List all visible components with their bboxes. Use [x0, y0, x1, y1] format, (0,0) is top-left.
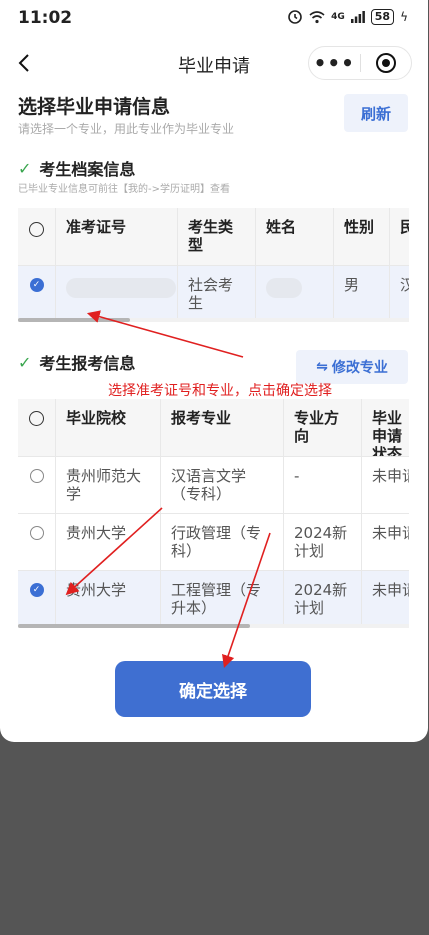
checked-icon: ✓	[29, 278, 44, 292]
school-cell: 贵州大学	[56, 514, 161, 570]
clock-icon	[288, 10, 302, 24]
refresh-button[interactable]: 刷新	[344, 94, 408, 132]
registration-scrollbar[interactable]	[18, 624, 409, 628]
direction-cell: 2024新计划	[284, 514, 362, 570]
wifi-icon	[309, 10, 325, 23]
charging-icon: ϟ	[400, 10, 408, 24]
page-subtitle: 请选择一个专业，用此专业作为毕业专业	[18, 122, 235, 136]
major-cell: 汉语言文学（专科）	[161, 457, 284, 513]
check-icon: ✓	[18, 158, 32, 178]
major-cell: 工程管理（专升本）	[161, 571, 284, 626]
archive-table: 准考证号 考生类型 姓名 性别 民 ✓ 社会考生 男 汉	[18, 208, 409, 322]
nav-bar: 毕业申请 •••	[0, 40, 428, 86]
status-time: 11:02	[18, 8, 73, 28]
exam-no-redacted	[56, 266, 178, 321]
registration-table: 毕业院校 报考专业 专业方向 毕业申请状态 贵州师范大学 汉语言文学（专科） -…	[18, 399, 409, 627]
archive-select-all[interactable]	[18, 208, 56, 265]
radio-icon	[29, 411, 44, 426]
archive-row[interactable]: ✓ 社会考生 男 汉	[18, 266, 409, 322]
battery-level: 58	[370, 9, 395, 25]
signal-icon	[350, 11, 365, 23]
archive-section-title: ✓ 考生档案信息	[18, 156, 135, 180]
redaction-mark	[266, 278, 302, 298]
archive-row-radio[interactable]: ✓	[18, 266, 56, 321]
scrollbar-thumb[interactable]	[18, 318, 130, 322]
radio-icon	[29, 469, 44, 483]
signal-label: 4G	[331, 12, 345, 22]
radio-icon	[29, 526, 44, 540]
annotation-text: 选择准考证号和专业，点击确定选择	[108, 383, 332, 399]
col-exam-no: 准考证号	[56, 208, 178, 265]
target-icon	[375, 53, 396, 73]
page-title: 选择毕业申请信息	[18, 96, 171, 118]
registration-table-header: 毕业院校 报考专业 专业方向 毕业申请状态	[18, 399, 409, 457]
scrollbar-thumb[interactable]	[18, 624, 250, 628]
status-cell: 未申请	[372, 467, 409, 485]
registration-row-1[interactable]: 贵州师范大学 汉语言文学（专科） - 未申请	[18, 457, 409, 514]
archive-title: 考生档案信息	[39, 160, 136, 179]
modify-major-label: 修改专业	[331, 360, 388, 376]
col-status: 毕业申请状态	[372, 409, 403, 456]
registration-row-3[interactable]: ✓ 贵州大学 工程管理（专升本） 2024新计划 未申请	[18, 571, 409, 627]
status-bar: 11:02 4G 58 ϟ	[0, 0, 428, 36]
col-ethnic: 民	[400, 218, 409, 236]
col-major: 报考专业	[161, 399, 284, 456]
confirm-selection-button[interactable]: 确定选择	[115, 661, 311, 717]
col-candidate-type: 考生类型	[178, 208, 256, 265]
status-cell: 未申请	[372, 524, 409, 542]
col-name: 姓名	[256, 208, 334, 265]
major-cell: 行政管理（专科）	[161, 514, 284, 570]
registration-row-2[interactable]: 贵州大学 行政管理（专科） 2024新计划 未申请	[18, 514, 409, 571]
col-gender: 性别	[334, 208, 390, 265]
name-redacted	[256, 266, 334, 321]
direction-cell: 2024新计划	[284, 571, 362, 626]
modify-major-button[interactable]: ⇋ 修改专业	[296, 350, 408, 384]
registration-row-radio[interactable]: ✓	[18, 571, 56, 626]
col-school: 毕业院校	[56, 399, 161, 456]
school-cell: 贵州师范大学	[56, 457, 161, 513]
menu-capsule: •••	[308, 46, 412, 80]
status-icons: 4G 58 ϟ	[287, 9, 408, 25]
registration-title: 考生报考信息	[39, 354, 136, 373]
school-cell: 贵州大学	[56, 571, 161, 626]
direction-cell: -	[284, 457, 362, 513]
col-direction: 专业方向	[284, 399, 362, 456]
check-icon: ✓	[18, 352, 32, 372]
archive-table-header: 准考证号 考生类型 姓名 性别 民	[18, 208, 409, 266]
registration-section-title: ✓ 考生报考信息	[18, 350, 135, 374]
swap-icon: ⇋	[316, 359, 328, 375]
archive-hint: 已毕业专业信息可前往【我的->学历证明】查看	[18, 184, 230, 195]
registration-row-radio[interactable]	[18, 514, 56, 570]
ethnic-cell: 汉	[400, 276, 409, 294]
more-dots-icon[interactable]: •••	[309, 53, 360, 73]
status-cell: 未申请	[372, 581, 409, 599]
page-sheet: 11:02 4G 58 ϟ 毕业申请 ••• 选择毕业申请信息 请选择一个专业，…	[0, 0, 428, 742]
radio-icon	[29, 222, 44, 237]
gender-cell: 男	[334, 266, 390, 321]
registration-select-all[interactable]	[18, 399, 56, 456]
archive-scrollbar[interactable]	[18, 318, 409, 322]
checked-icon: ✓	[29, 583, 44, 597]
redaction-mark	[66, 278, 176, 298]
candidate-type-cell: 社会考生	[178, 266, 256, 321]
registration-row-radio[interactable]	[18, 457, 56, 513]
close-miniprogram-button[interactable]	[361, 53, 412, 73]
